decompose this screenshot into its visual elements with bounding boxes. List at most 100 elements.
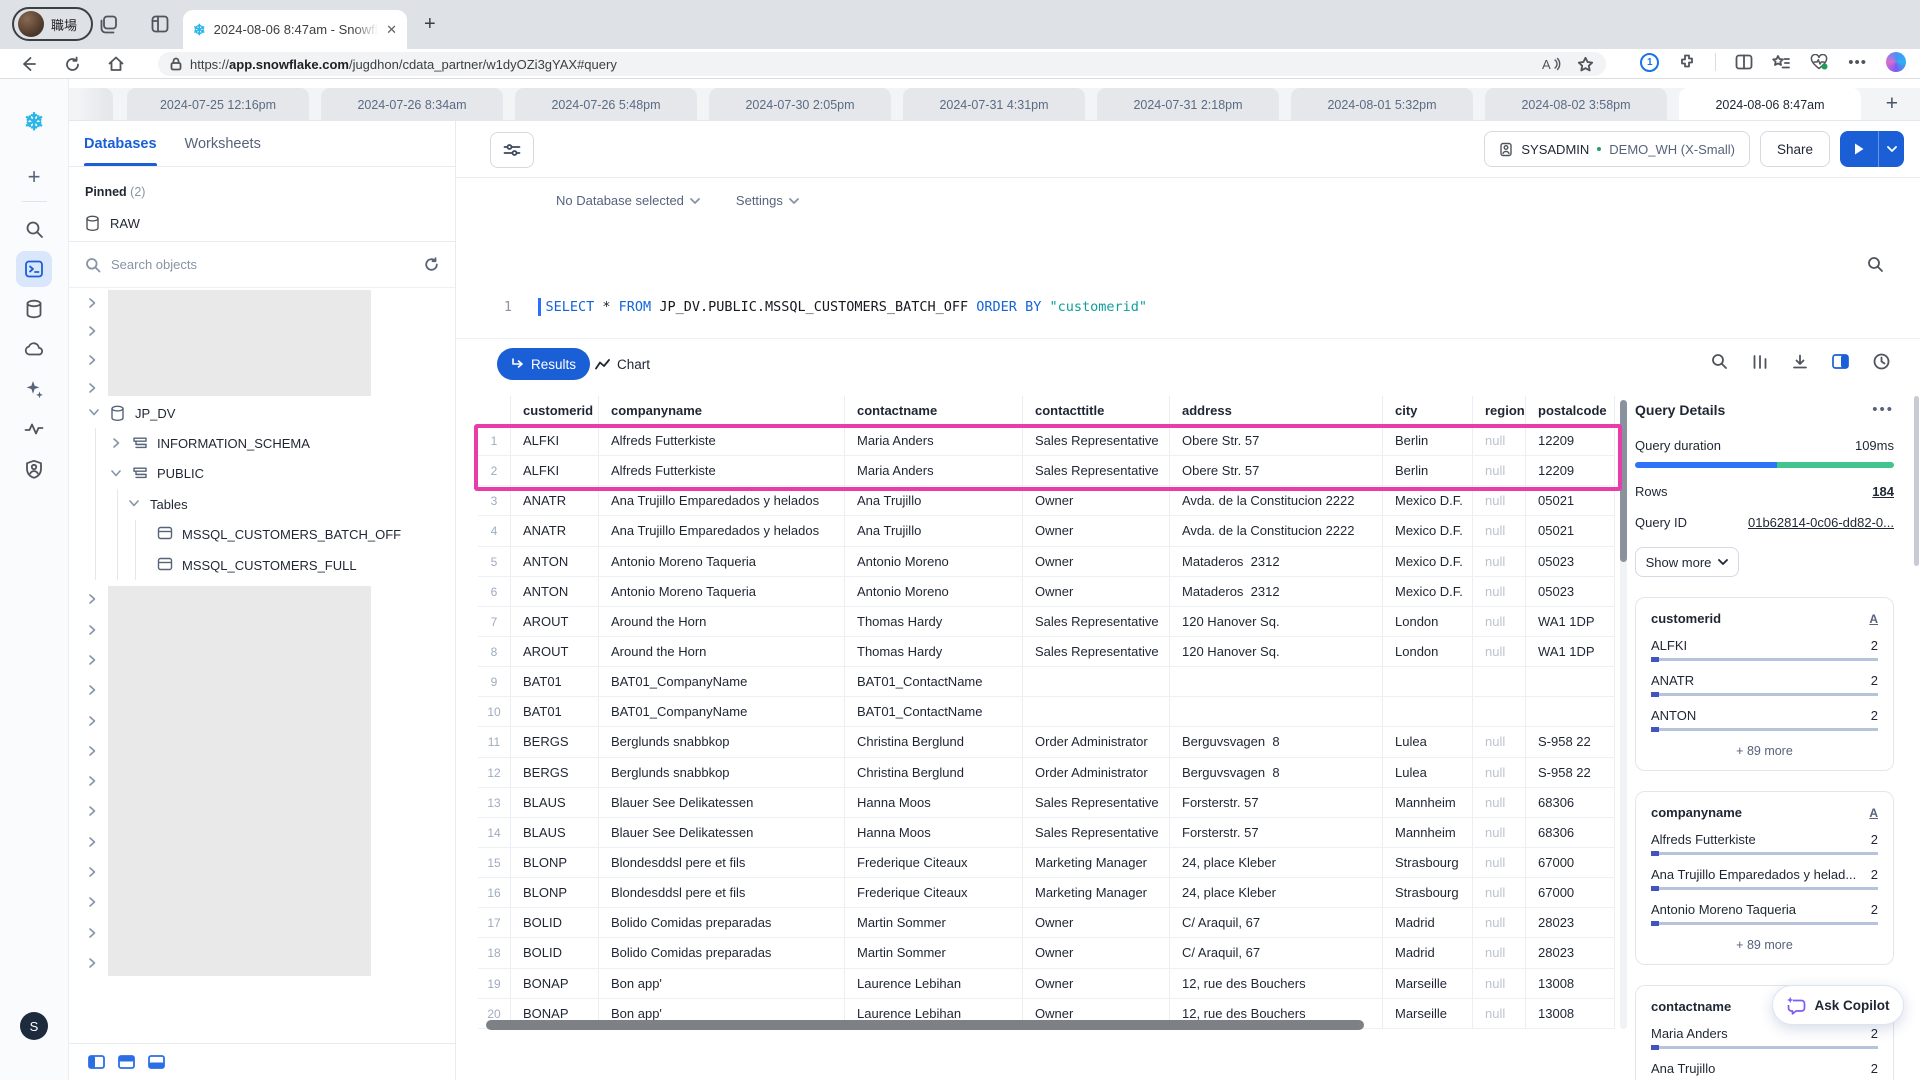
show-more-button[interactable]: Show more: [1635, 547, 1739, 577]
settings-selector[interactable]: Settings: [736, 193, 799, 208]
details-panel-toggle-icon[interactable]: [1832, 354, 1849, 369]
table-row[interactable]: 16BLONPBlondesddsl pere et filsFrederiqu…: [478, 878, 1618, 908]
tree-item-mssql_customers_batch_off[interactable]: MSSQL_CUSTOMERS_BATCH_OFF: [69, 520, 455, 550]
chevron-collapsed-icon[interactable]: [86, 592, 100, 606]
ai-ml-nav-icon[interactable]: [16, 371, 52, 407]
chevron-collapsed-icon[interactable]: [86, 296, 100, 310]
snowflake-logo[interactable]: ❄: [16, 104, 52, 140]
column-header-region[interactable]: region: [1473, 396, 1526, 426]
table-row[interactable]: 4ANATRAna Trujillo Emparedados y helados…: [478, 516, 1618, 546]
favorites-bar-icon[interactable]: [1772, 54, 1791, 71]
download-icon[interactable]: [1792, 354, 1808, 370]
run-options-button[interactable]: [1878, 131, 1904, 167]
table-vertical-scrollbar[interactable]: [1620, 400, 1627, 1029]
stat-item[interactable]: Maria Anders2: [1651, 1026, 1878, 1049]
chevron-collapsed-icon[interactable]: [86, 353, 100, 367]
tree-item-mssql_customers_full[interactable]: MSSQL_CUSTOMERS_FULL: [69, 550, 455, 580]
table-row[interactable]: 14BLAUSBlauer See DelikatessenHanna Moos…: [478, 818, 1618, 848]
worksheet-tab[interactable]: 2024-07-26 5:48pm: [515, 88, 697, 121]
search-results-icon[interactable]: [1711, 353, 1728, 370]
panel-scrollbar[interactable]: [1914, 396, 1919, 566]
browser-essentials-icon[interactable]: [1810, 54, 1829, 71]
context-selector[interactable]: SYSADMIN DEMO_WH (X-Small): [1484, 131, 1750, 167]
chevron-collapsed-icon[interactable]: [86, 956, 100, 970]
back-icon[interactable]: [16, 52, 40, 76]
worksheet-tab[interactable]: 2024-08-01 5:32pm: [1291, 88, 1473, 121]
chevron-collapsed-icon[interactable]: [86, 683, 100, 697]
stat-item[interactable]: ANATR2: [1651, 673, 1878, 696]
onepassword-icon[interactable]: 1: [1640, 53, 1659, 72]
read-aloud-icon[interactable]: A: [1542, 57, 1561, 72]
column-header-customerid[interactable]: customerid: [511, 396, 599, 426]
new-browser-tab-button[interactable]: +: [424, 13, 436, 35]
tree-item-public[interactable]: PUBLIC: [69, 459, 455, 489]
scrollbar-thumb[interactable]: [1620, 400, 1627, 562]
browser-profile-chip[interactable]: 職場: [12, 7, 93, 41]
tab-close-icon[interactable]: ✕: [386, 22, 397, 38]
worksheet-tab[interactable]: 2024-08-02 3:58pm: [1485, 88, 1667, 121]
copilot-browser-icon[interactable]: [1886, 52, 1906, 72]
worksheet-config-button[interactable]: [490, 132, 534, 168]
query-details-menu-icon[interactable]: •••: [1872, 406, 1894, 414]
favorite-star-icon[interactable]: [1577, 56, 1594, 73]
table-row[interactable]: 19BONAPBon app'Laurence LebihanOwner12, …: [478, 969, 1618, 999]
results-table[interactable]: customeridcompanynamecontactnamecontactt…: [478, 396, 1618, 1029]
worksheet-tab[interactable]: 2024-07-30 2:05pm: [709, 88, 891, 121]
stat-item[interactable]: Ana Trujillo Emparedados y helad...2: [1651, 867, 1878, 890]
new-worksheet-icon[interactable]: +: [16, 159, 52, 195]
governance-nav-icon[interactable]: [16, 451, 52, 487]
columns-icon[interactable]: [1752, 354, 1768, 370]
stat-more-link[interactable]: + 89 more: [1651, 744, 1878, 758]
stat-item[interactable]: Antonio Moreno Taqueria2: [1651, 902, 1878, 925]
column-header-companyname[interactable]: companyname: [599, 396, 845, 426]
worksheet-tab[interactable]: 2024-08-06 8:47am: [1679, 88, 1861, 121]
chevron-collapsed-icon[interactable]: [86, 774, 100, 788]
chevron-collapsed-icon[interactable]: [86, 804, 100, 818]
chevron-collapsed-icon[interactable]: [86, 381, 100, 395]
toggle-top-panel-icon[interactable]: [118, 1055, 135, 1069]
cloud-nav-icon[interactable]: [16, 331, 52, 367]
chevron-collapsed-icon[interactable]: [86, 653, 100, 667]
home-icon[interactable]: [104, 52, 128, 76]
chevron-collapsed-icon[interactable]: [86, 895, 100, 909]
chevron-collapsed-icon[interactable]: [86, 714, 100, 728]
column-header-city[interactable]: city: [1383, 396, 1473, 426]
tree-item-jp_dv[interactable]: JP_DV: [69, 398, 455, 428]
results-tab[interactable]: Results: [497, 348, 590, 380]
tab-databases[interactable]: Databases: [84, 121, 157, 166]
ask-copilot-button[interactable]: Ask Copilot: [1772, 985, 1904, 1025]
table-row[interactable]: 15BLONPBlondesddsl pere et filsFrederiqu…: [478, 848, 1618, 878]
table-row[interactable]: 7AROUTAround the HornThomas HardySales R…: [478, 607, 1618, 637]
database-selector[interactable]: No Database selected: [556, 193, 700, 208]
worksheet-tab[interactable]: 2024-07-25 12:16pm: [127, 88, 309, 121]
stat-item[interactable]: Ana Trujillo2: [1651, 1061, 1878, 1080]
table-row[interactable]: 9BAT01BAT01_CompanyNameBAT01_ContactName: [478, 667, 1618, 697]
editor-search-icon[interactable]: [1867, 256, 1884, 278]
chevron-collapsed-icon[interactable]: [86, 926, 100, 940]
worksheets-nav-icon[interactable]: [16, 251, 52, 287]
worksheet-tab[interactable]: 2024-07-26 8:34am: [321, 88, 503, 121]
stat-item[interactable]: ALFKI2: [1651, 638, 1878, 661]
rows-value-link[interactable]: 184: [1872, 484, 1894, 499]
column-header-postalcode[interactable]: postalcode: [1526, 396, 1615, 426]
address-bar[interactable]: https://app.snowflake.com/jugdhon/cdata_…: [158, 52, 1606, 76]
split-screen-icon[interactable]: [1735, 54, 1753, 70]
activity-nav-icon[interactable]: [16, 411, 52, 447]
table-horizontal-scrollbar[interactable]: [480, 1019, 1616, 1031]
search-objects-input[interactable]: [111, 257, 414, 272]
tree-item-information_schema[interactable]: INFORMATION_SCHEMA: [69, 428, 455, 458]
table-row[interactable]: 10BAT01BAT01_CompanyNameBAT01_ContactNam…: [478, 697, 1618, 727]
worksheet-tab-partial[interactable]: [79, 88, 113, 121]
column-header-address[interactable]: address: [1170, 396, 1383, 426]
chevron-collapsed-icon[interactable]: [86, 623, 100, 637]
table-row[interactable]: 18BOLIDBolido Comidas preparadasMartin S…: [478, 938, 1618, 968]
refresh-icon[interactable]: [60, 52, 84, 76]
run-button[interactable]: [1840, 131, 1878, 167]
browser-menu-icon[interactable]: •••: [1848, 54, 1867, 71]
tab-worksheets[interactable]: Worksheets: [185, 121, 261, 166]
table-row[interactable]: 11BERGSBerglunds snabbkopChristina Bergl…: [478, 727, 1618, 757]
table-row[interactable]: 17BOLIDBolido Comidas preparadasMartin S…: [478, 908, 1618, 938]
stat-more-link[interactable]: + 89 more: [1651, 938, 1878, 952]
query-history-icon[interactable]: [1873, 353, 1890, 370]
table-row[interactable]: 3ANATRAna Trujillo Emparedados y helados…: [478, 486, 1618, 516]
